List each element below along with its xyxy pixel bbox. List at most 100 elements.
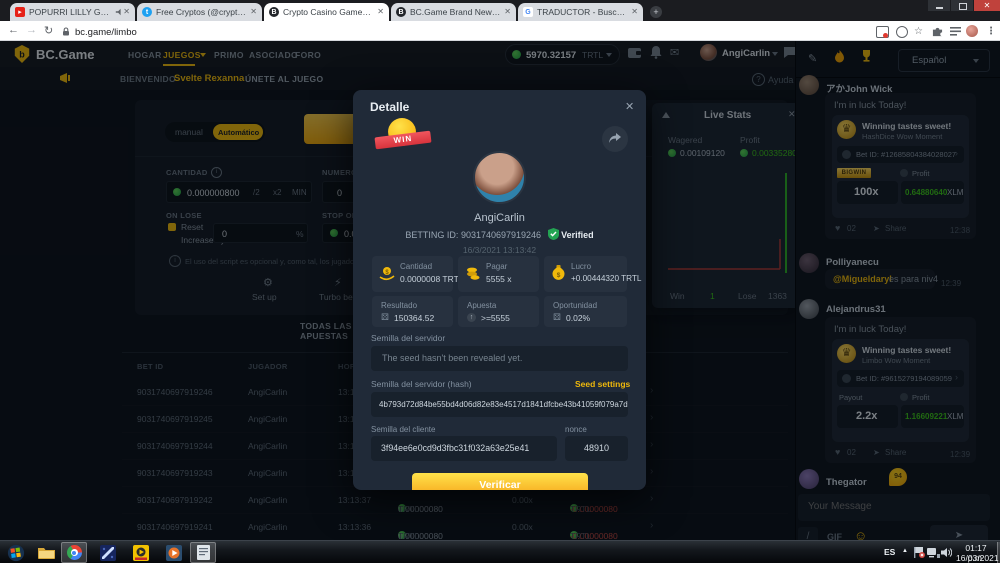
client-seed-field[interactable]: 3f94ee6e0cd9d3fbc31f032a63e25e41 <box>371 436 557 461</box>
stat-value: 0.0000008 TRTL <box>400 274 463 284</box>
betting-id-label: BETTING ID: <box>405 230 458 240</box>
screen: ▸ POPURRI LILLY GOODMAN ✕ t Free Cryptos… <box>0 0 1000 563</box>
browser-tab-active[interactable]: B Crypto Casino Games - The 16 B ✕ <box>264 3 389 21</box>
betting-id-value: 9031740697919246 <box>461 230 541 240</box>
coin-hand-icon: $ <box>379 266 395 281</box>
twitter-icon: t <box>142 7 152 17</box>
coins-icon <box>465 266 481 281</box>
reading-list-icon[interactable] <box>950 27 961 36</box>
bet-detail-modal: Detalle ✕ WIN AngiCarlin BETTING ID: 903… <box>353 90 646 490</box>
window-close-button[interactable]: ✕ <box>974 0 1000 11</box>
folder-icon <box>38 546 55 559</box>
client-seed-value: 3f94ee6e0cd9d3fbc31f032a63e25e41 <box>381 443 529 453</box>
tab-close-icon[interactable]: ✕ <box>123 8 130 16</box>
browser-profile-avatar[interactable] <box>966 25 978 37</box>
cookies-icon[interactable] <box>896 26 908 38</box>
stat-card-cantidad: $ Cantidad 0.0000008 TRTL <box>372 256 453 292</box>
modal-username: AngiCarlin <box>353 212 646 224</box>
server-seed-value: The seed hasn't been revealed yet. <box>382 353 522 363</box>
window-minimize-button[interactable] <box>928 0 950 11</box>
stat-label: Cantidad <box>400 262 432 271</box>
tab-title: Crypto Casino Games - The 16 B <box>283 7 373 17</box>
server-seed-field[interactable]: The seed hasn't been revealed yet. <box>371 346 628 371</box>
tab-title: POPURRI LILLY GOODMAN <box>29 7 111 17</box>
dice-icon: ⚄ <box>553 312 561 323</box>
browser-back-icon[interactable]: ← <box>8 24 19 36</box>
server-seed-label: Semilla del servidor <box>371 333 445 343</box>
url-text[interactable]: bc.game/limbo <box>75 27 137 38</box>
verified-shield-icon <box>548 228 559 240</box>
new-tab-button[interactable]: + <box>650 6 662 18</box>
tab-close-icon[interactable]: ✕ <box>250 8 257 16</box>
browser-refresh-icon[interactable]: ↻ <box>44 24 53 37</box>
nonce-field[interactable]: 48910 <box>565 436 628 461</box>
taskbar-video-editor[interactable] <box>95 542 121 563</box>
verified-label: Verified <box>561 230 594 240</box>
windows-logo-icon <box>7 544 25 562</box>
share-bet-button[interactable] <box>602 126 628 152</box>
stat-label: Pagar <box>486 262 507 271</box>
browser-address-bar: ← → ↻ bc.game/limbo ☆ ⋮ <box>0 21 1000 41</box>
browser-tab-2[interactable]: t Free Cryptos (@cryptosfaucets) ✕ <box>137 3 262 21</box>
bookmark-star-icon[interactable]: ☆ <box>914 26 923 37</box>
taskbar-explorer[interactable] <box>33 542 59 563</box>
server-seed-hash-field[interactable]: 4b793d72d84be55bd4d06d82e83e4517d1841dfc… <box>371 392 628 417</box>
chrome-icon <box>67 545 82 560</box>
browser-tab-5[interactable]: G TRADUCTOR - Buscar con Goog ✕ <box>518 3 643 21</box>
taskbar-notes-app[interactable] <box>190 542 216 563</box>
tab-audio-icon[interactable] <box>115 8 123 16</box>
window-maximize-button[interactable] <box>951 0 973 11</box>
keyboard-language[interactable]: ES <box>884 547 895 557</box>
taskbar-player[interactable] <box>128 542 154 563</box>
film-app-icon <box>100 545 116 561</box>
seed-settings-link[interactable]: Seed settings <box>575 379 630 389</box>
server-seed-hash-value: 4b793d72d84be55bd4d06d82e83e4517d1841dfc… <box>379 400 628 409</box>
dice-icon: ⚄ <box>381 312 389 323</box>
bcgame-favicon: B <box>396 7 406 17</box>
volume-icon[interactable] <box>941 547 952 558</box>
stat-value: 150364.52 <box>394 313 434 323</box>
share-arrow-icon <box>609 133 621 144</box>
tab-close-icon[interactable]: ✕ <box>631 8 638 16</box>
taskbar-chrome[interactable] <box>61 542 87 563</box>
tab-close-icon[interactable]: ✕ <box>377 8 384 16</box>
stat-value: >=5555 <box>481 313 510 323</box>
win-badge: WIN <box>375 118 431 154</box>
browser-forward-icon[interactable]: → <box>26 24 37 36</box>
google-icon: G <box>523 7 533 17</box>
browser-tab-1[interactable]: ▸ POPURRI LILLY GOODMAN ✕ <box>10 3 135 21</box>
tab-close-icon[interactable]: ✕ <box>504 8 511 16</box>
blocked-content-icon[interactable] <box>876 26 889 38</box>
network-icon[interactable] <box>927 547 940 558</box>
close-icon[interactable]: ✕ <box>625 100 634 113</box>
bcgame-favicon: B <box>269 7 279 17</box>
modal-user-avatar <box>473 151 526 204</box>
start-button[interactable] <box>3 542 29 563</box>
stat-card-pagar: Pagar 5555 x <box>458 256 539 292</box>
extensions-puzzle-icon[interactable] <box>932 26 943 37</box>
browser-menu-icon[interactable]: ⋮ <box>986 26 996 37</box>
stat-card-resultado: Resultado ⚄ 150364.52 <box>372 296 453 327</box>
player-app-icon <box>133 545 149 561</box>
clock-date[interactable]: 16/03/2021 <box>956 553 996 563</box>
verify-button[interactable]: Verificar <box>412 473 588 490</box>
tab-title: BC.Game Brand New Medal Ever <box>410 7 500 17</box>
stat-value: +0.00444320 TRTL <box>571 274 642 283</box>
play-app-icon <box>166 545 182 561</box>
target-up-icon: ↑ <box>467 313 476 322</box>
modal-title: Detalle <box>370 100 409 114</box>
browser-tab-4[interactable]: B BC.Game Brand New Medal Ever ✕ <box>391 3 516 21</box>
money-bag-icon: $ <box>551 265 566 281</box>
action-center-flag-icon[interactable] <box>913 547 925 558</box>
stat-value: 5555 x <box>486 274 512 284</box>
stat-value: 0.02% <box>566 313 590 323</box>
tray-expand-icon[interactable]: ▲ <box>902 548 908 554</box>
stat-label: Resultado <box>381 301 417 310</box>
taskbar-media-play[interactable] <box>161 542 187 563</box>
client-seed-label: Semilla del cliente <box>371 425 435 434</box>
svg-text:$: $ <box>557 272 561 279</box>
notes-app-icon <box>197 545 210 560</box>
tab-title: TRADUCTOR - Buscar con Goog <box>537 7 627 17</box>
youtube-icon: ▸ <box>15 7 25 17</box>
betting-id-row: BETTING ID: 9031740697919246 Verified <box>353 228 646 240</box>
